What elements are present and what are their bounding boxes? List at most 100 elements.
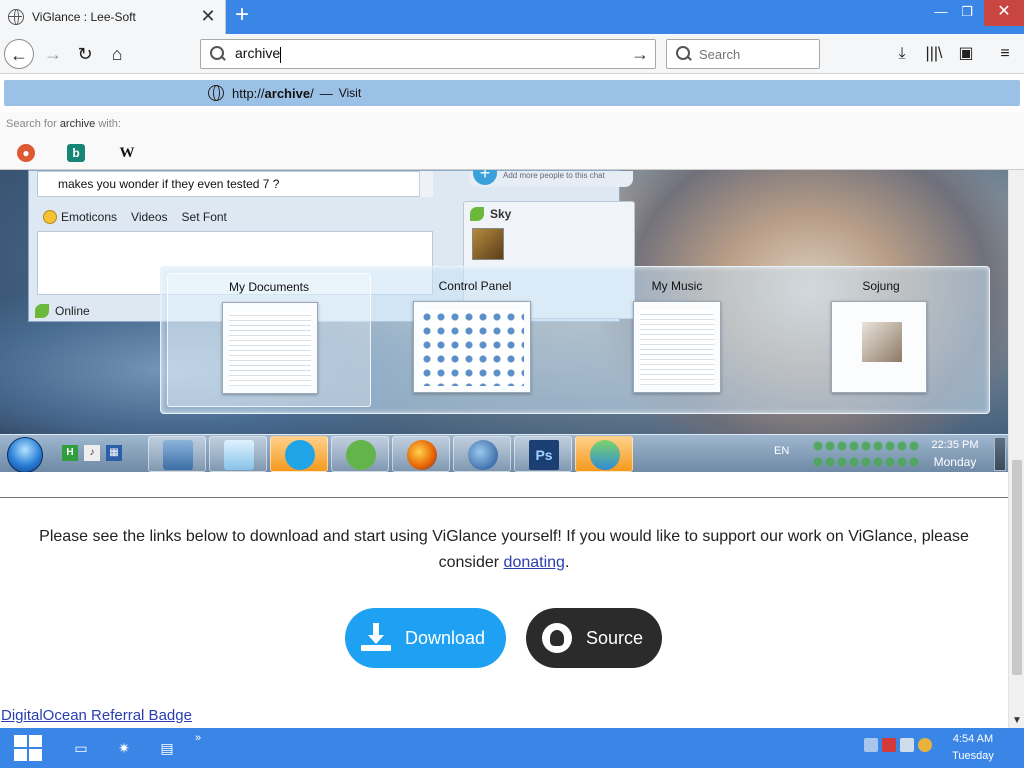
downloads-icon[interactable]: ⤓ [890, 42, 914, 66]
chat-message: makes you wonder if they even tested 7 ? [37, 171, 429, 197]
taskbar-computer [148, 436, 206, 472]
sidebar-icon[interactable]: ▣ [954, 42, 978, 66]
menu-icon[interactable]: ≡ [993, 42, 1017, 66]
switcher-item-control-panel: Control Panel [387, 273, 563, 407]
download-icon [361, 623, 391, 653]
contact-group-header: Sky [464, 202, 634, 226]
download-intro-text: Please see the links below to download a… [39, 528, 969, 571]
divider [0, 497, 1008, 498]
windows7-taskbar: H ♪ ▦ Ps EN 22:35 PM Monday [0, 434, 1008, 472]
windows7-start-orb [7, 437, 43, 472]
suggestion-action: Visit [338, 86, 362, 100]
search-input[interactable] [699, 46, 809, 62]
windows-start-button[interactable] [14, 735, 44, 761]
chat-toolbar: Emoticons Videos Set Font [37, 205, 433, 229]
tab-strip: ViGlance : Lee-Soft ✕ + — ❐ ✕ [0, 0, 1024, 34]
tab-title: ViGlance : Lee-Soft [32, 10, 136, 24]
forward-button[interactable]: → [38, 39, 68, 69]
switcher-item-sojung: Sojung [811, 273, 951, 407]
network-icon[interactable] [864, 738, 878, 752]
scroll-down-arrow-icon[interactable]: ▼ [1009, 715, 1024, 726]
switcher-item-my-documents: My Documents [167, 273, 371, 407]
switcher-label: My Music [651, 279, 703, 293]
quicklaunch-icon: ♪ [84, 445, 100, 461]
go-arrow-icon[interactable]: → [625, 44, 655, 65]
address-bar[interactable]: archive → [200, 39, 656, 69]
taskbar-firefox [392, 436, 450, 472]
globe-icon [208, 85, 224, 101]
window-thumbnail [831, 301, 927, 393]
switcher-label: Control Panel [438, 279, 512, 293]
taskbar-photoshop: Ps [514, 436, 572, 472]
home-button[interactable]: ⌂ [102, 39, 132, 69]
bing-icon[interactable]: b [67, 144, 85, 162]
emoticons-tool: Emoticons [43, 210, 117, 225]
library-icon[interactable]: |||\ [922, 42, 946, 66]
videos-tool: Videos [131, 210, 168, 224]
taskbar-app [331, 436, 389, 472]
new-tab-button[interactable]: + [230, 3, 254, 28]
search-with-label: Search for archive with: [0, 112, 1024, 136]
online-status: Online [29, 301, 169, 321]
source-button[interactable]: Source [526, 608, 662, 668]
viglance-screenshot-image: makes you wonder if they even tested 7 ?… [0, 170, 1008, 472]
display-icon[interactable] [900, 738, 914, 752]
taskbar-notepad [209, 436, 267, 472]
search-icon [209, 45, 227, 63]
tray-icons [812, 438, 920, 470]
donating-link[interactable]: donating [504, 554, 565, 571]
globe-icon [8, 9, 24, 25]
wikipedia-icon[interactable]: W [118, 144, 136, 162]
show-desktop-button [994, 437, 1006, 471]
quicklaunch-icon: H [62, 445, 78, 461]
suggestion-url: http://archive/ [232, 85, 314, 101]
search-bar[interactable] [666, 39, 820, 69]
digitalocean-referral-link[interactable]: DigitalOcean Referral Badge [1, 707, 192, 724]
switcher-label: Sojung [862, 279, 900, 293]
volume-icon[interactable] [918, 738, 932, 752]
status-icon [35, 304, 49, 318]
scrollbar-thumb[interactable] [1012, 460, 1022, 675]
github-icon [542, 623, 572, 653]
taskbar-skype [270, 436, 328, 472]
maximize-button[interactable]: ❐ [952, 0, 982, 26]
navigation-toolbar: ← → ↻ ⌂ archive → ⤓ |||\ ▣ ≡ [0, 34, 1024, 74]
switcher-label: My Documents [228, 280, 310, 294]
one-off-search-engines: ● b W ⚙ [0, 136, 1024, 298]
window-thumbnail [633, 301, 721, 393]
os-taskbar: ▭ ✷ ▤ » 4:54 AM Tuesday [0, 728, 1024, 768]
chat-scrollbar [419, 171, 433, 197]
security-icon[interactable] [882, 738, 896, 752]
taskbar-thunderbird [453, 436, 511, 472]
quicklaunch-icon: ▦ [106, 445, 122, 461]
url-suggestion[interactable]: http://archive/ — Visit [4, 80, 1020, 106]
aero-window-switcher: My Documents Control Panel My Music Soju… [160, 266, 990, 414]
reload-button[interactable]: ↻ [70, 39, 100, 69]
taskbar-bug-icon[interactable]: ✷ [115, 739, 133, 757]
tray-language: EN [774, 445, 790, 457]
download-button[interactable]: Download [345, 608, 506, 668]
system-tray [864, 738, 938, 758]
taskbar-messenger [575, 436, 633, 472]
source-label: Source [586, 627, 644, 648]
suggestion-separator: — [319, 85, 333, 101]
tab-viglance[interactable]: ViGlance : Lee-Soft ✕ [0, 0, 226, 34]
system-clock[interactable]: 4:54 AM Tuesday [944, 731, 1002, 765]
browser-window: ViGlance : Lee-Soft ✕ + — ❐ ✕ ← → ↻ ⌂ ar… [0, 0, 1024, 768]
taskbar-window-icon[interactable]: ▭ [72, 739, 90, 757]
switcher-item-my-music: My Music [607, 273, 747, 407]
back-button[interactable]: ← [4, 39, 34, 69]
taskbar-overflow-chevron-icon[interactable]: » [195, 732, 201, 744]
contact-avatar [472, 228, 504, 260]
duckduckgo-icon[interactable]: ● [17, 144, 35, 162]
tab-close-button[interactable]: ✕ [197, 6, 219, 28]
address-input[interactable]: archive [235, 45, 625, 63]
close-window-button[interactable]: ✕ [984, 0, 1024, 26]
smiley-icon [43, 210, 57, 225]
search-icon [675, 45, 693, 63]
window-thumbnail [222, 302, 318, 394]
page-scrollbar[interactable]: ▼ [1008, 170, 1024, 728]
taskbar-film-icon[interactable]: ▤ [158, 739, 176, 757]
add-people-banner: Add more people to this chat [469, 170, 633, 187]
download-label: Download [405, 627, 486, 648]
